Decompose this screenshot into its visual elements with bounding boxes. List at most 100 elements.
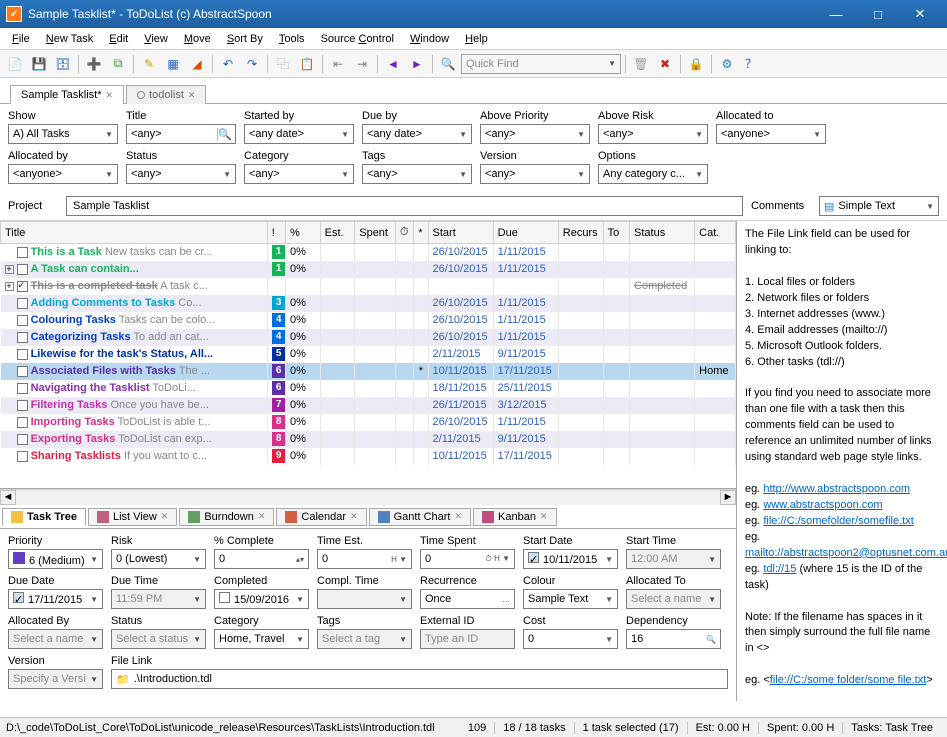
filter-allocto-combo[interactable]: <anyone>▼ xyxy=(716,124,826,144)
task-checkbox[interactable] xyxy=(17,383,28,394)
clear-icon[interactable]: ◢ xyxy=(186,53,208,75)
settings-icon[interactable]: ⚙ xyxy=(716,53,738,75)
column-header[interactable]: ! xyxy=(267,222,285,244)
column-header[interactable]: Due xyxy=(493,222,558,244)
completed-input[interactable]: 15/09/2016▼ xyxy=(214,589,309,609)
task-row[interactable]: Categorizing Tasks To add an cat...40%26… xyxy=(1,329,736,346)
file-tab-sample[interactable]: Sample Tasklist* ✕ xyxy=(10,85,124,104)
menu-help[interactable]: Help xyxy=(457,31,496,47)
duedate-input[interactable]: ✓17/11/2015▼ xyxy=(8,589,103,609)
menu-file[interactable]: File xyxy=(4,31,38,47)
task-checkbox[interactable] xyxy=(17,281,28,292)
version-input[interactable]: Specify a Versi▼ xyxy=(8,669,103,689)
column-header[interactable]: Est. xyxy=(320,222,355,244)
paste-icon[interactable]: 📋 xyxy=(296,53,318,75)
task-checkbox[interactable] xyxy=(17,247,28,258)
task-checkbox[interactable] xyxy=(17,451,28,462)
column-header[interactable]: Start xyxy=(428,222,493,244)
pctcomplete-input[interactable]: 0▴▾ xyxy=(214,549,309,569)
menu-view[interactable]: View xyxy=(136,31,176,47)
task-checkbox[interactable] xyxy=(17,332,28,343)
column-header[interactable]: To xyxy=(603,222,629,244)
delete-selected-icon[interactable]: 🗑 xyxy=(630,53,652,75)
dependency-input[interactable]: 16🔍 xyxy=(626,629,721,649)
compltime-input[interactable]: ▼ xyxy=(317,589,412,609)
tab-task-tree[interactable]: Task Tree xyxy=(2,508,86,526)
minimize-button[interactable]: — xyxy=(815,0,857,28)
filter-aboverisk-combo[interactable]: <any>▼ xyxy=(598,124,708,144)
comments-pane[interactable]: The File Link field can be used for link… xyxy=(737,221,947,701)
column-header[interactable]: Title xyxy=(1,222,268,244)
task-row[interactable]: Likewise for the task's Status, All...50… xyxy=(1,346,736,363)
task-checkbox[interactable] xyxy=(17,298,28,309)
task-row[interactable]: + This is a completed task A task c...Co… xyxy=(1,278,736,295)
close-button[interactable]: ✕ xyxy=(899,0,941,28)
duetime-input[interactable]: 11:59 PM▼ xyxy=(111,589,206,609)
filter-allocby-combo[interactable]: <anyone>▼ xyxy=(8,164,118,184)
undo-icon[interactable]: ↶ xyxy=(217,53,239,75)
horizontal-scrollbar[interactable]: ◄ ► xyxy=(0,489,736,505)
task-checkbox[interactable] xyxy=(17,315,28,326)
tab-list-view[interactable]: List View✕ xyxy=(88,508,177,526)
delete-icon[interactable]: ✖ xyxy=(654,53,676,75)
comments-link[interactable]: file://C:/somefolder/somefile.txt xyxy=(763,515,913,527)
startdate-input[interactable]: ✓10/11/2015▼ xyxy=(523,549,618,569)
task-row[interactable]: Importing Tasks ToDoList is able t...80%… xyxy=(1,414,736,431)
task-checkbox[interactable] xyxy=(17,400,28,411)
help-icon[interactable]: ？ xyxy=(740,53,762,75)
redo-icon[interactable]: ↷ xyxy=(241,53,263,75)
timespent-input[interactable]: 0⏱ H ▼ xyxy=(420,549,515,569)
project-input[interactable]: Sample Tasklist xyxy=(66,196,743,216)
new-file-icon[interactable]: 📄 xyxy=(4,53,26,75)
tab-burndown[interactable]: Burndown✕ xyxy=(179,508,274,526)
menu-new-task[interactable]: New Task xyxy=(38,31,102,47)
cost-input[interactable]: 0▼ xyxy=(523,629,618,649)
find-icon[interactable]: 🔍 xyxy=(437,53,459,75)
task-row[interactable]: + A Task can contain...10%26/10/20151/11… xyxy=(1,261,736,278)
colour-input[interactable]: Sample Text▼ xyxy=(523,589,618,609)
tags-input[interactable]: Select a tag▼ xyxy=(317,629,412,649)
filter-dueby-combo[interactable]: <any date>▼ xyxy=(362,124,472,144)
expand-icon[interactable]: + xyxy=(5,282,14,291)
filter-version-combo[interactable]: <any>▼ xyxy=(480,164,590,184)
new-task-icon[interactable]: ➕ xyxy=(83,53,105,75)
menu-edit[interactable]: Edit xyxy=(101,31,136,47)
column-header[interactable]: Cat. xyxy=(695,222,736,244)
filter-options-combo[interactable]: Any category c...▼ xyxy=(598,164,708,184)
column-header[interactable]: Status xyxy=(630,222,695,244)
new-subtask-icon[interactable]: ⧉ xyxy=(107,53,129,75)
outdent-icon[interactable]: ⇤ xyxy=(327,53,349,75)
comments-link[interactable]: www.abstractspoon.com xyxy=(763,499,882,511)
status-input[interactable]: Select a status▼ xyxy=(111,629,206,649)
tab-kanban[interactable]: Kanban✕ xyxy=(473,508,556,526)
task-checkbox[interactable] xyxy=(17,349,28,360)
menu-tools[interactable]: Tools xyxy=(271,31,313,47)
menu-move[interactable]: Move xyxy=(176,31,219,47)
allocby-input[interactable]: Select a name▼ xyxy=(8,629,103,649)
recurrence-input[interactable]: Once… xyxy=(420,589,515,609)
filter-category-combo[interactable]: <any>▼ xyxy=(244,164,354,184)
task-checkbox[interactable] xyxy=(17,264,28,275)
extid-input[interactable]: Type an ID xyxy=(420,629,515,649)
filter-tags-combo[interactable]: <any>▼ xyxy=(362,164,472,184)
menu-source-control[interactable]: Source Control xyxy=(313,31,402,47)
expand-icon[interactable]: + xyxy=(5,265,14,274)
menu-sort-by[interactable]: Sort By xyxy=(219,31,271,47)
column-header[interactable]: * xyxy=(414,222,428,244)
task-row[interactable]: Exporting Tasks ToDoList can exp...80%2/… xyxy=(1,431,736,448)
timeest-input[interactable]: 0H ▼ xyxy=(317,549,412,569)
allocto-input[interactable]: Select a name▼ xyxy=(626,589,721,609)
save-all-icon[interactable]: 🗄 xyxy=(52,53,74,75)
tab-calendar[interactable]: Calendar✕ xyxy=(276,508,366,526)
next-icon[interactable]: ► xyxy=(406,53,428,75)
copy-icon[interactable]: ⿻ xyxy=(272,53,294,75)
task-row[interactable]: Colouring Tasks Tasks can be colo...40%2… xyxy=(1,312,736,329)
task-row[interactable]: Sharing Tasklists If you want to c...90%… xyxy=(1,448,736,465)
file-tab-todolist[interactable]: todolist ✕ xyxy=(126,85,206,104)
risk-combo[interactable]: 0 (Lowest)▼ xyxy=(111,549,206,569)
starttime-input[interactable]: 12:00 AM▼ xyxy=(626,549,721,569)
maximize-button[interactable]: □ xyxy=(857,0,899,28)
category-input[interactable]: Home, Travel▼ xyxy=(214,629,309,649)
filter-abovepri-combo[interactable]: <any>▼ xyxy=(480,124,590,144)
filter-title-combo[interactable]: <any>🔍 xyxy=(126,124,236,144)
